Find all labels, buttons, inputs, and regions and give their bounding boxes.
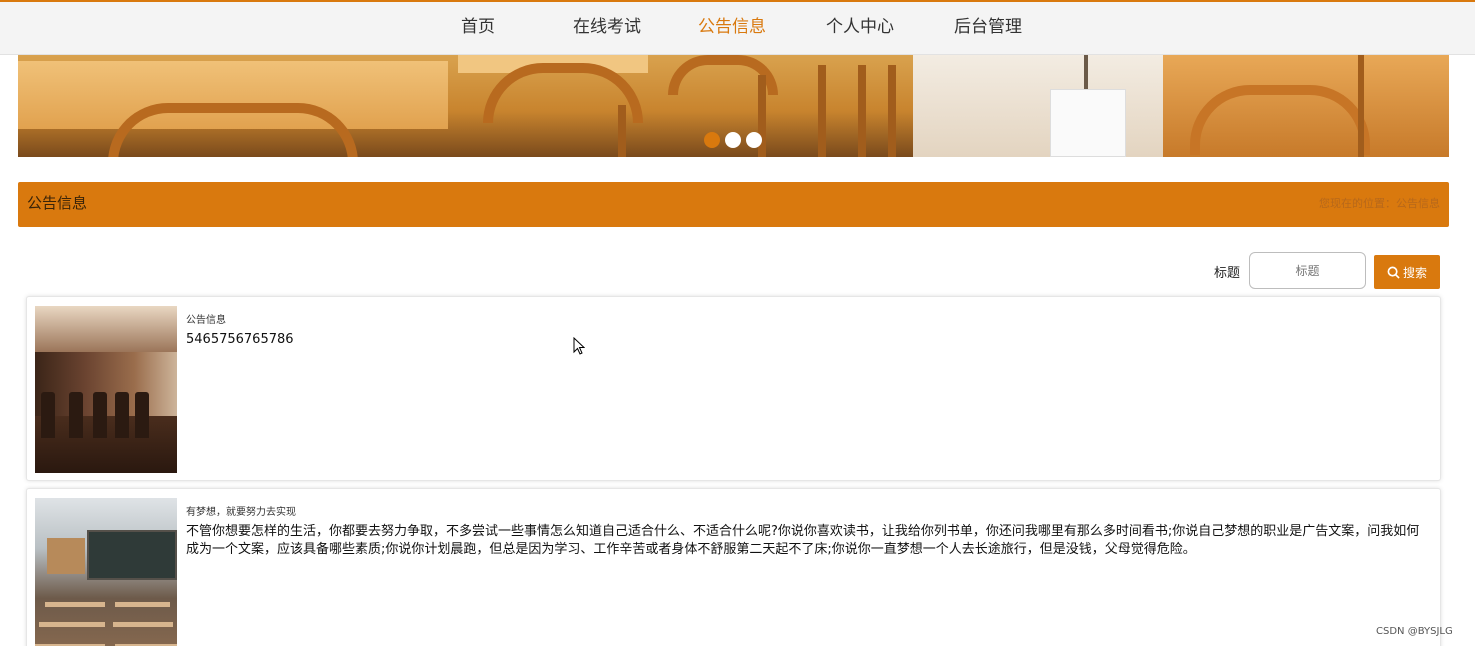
thumb-seat <box>93 392 107 438</box>
watermark: CSDN @BYSJLG <box>1376 626 1453 637</box>
banner-pot <box>1050 89 1126 157</box>
thumb-seat <box>41 392 55 438</box>
banner-chair-leg <box>818 65 826 157</box>
nav-admin[interactable]: 后台管理 <box>954 2 1022 55</box>
section-title: 公告信息 <box>27 194 88 212</box>
thumb-desk <box>115 602 170 607</box>
section-header: 公告信息 您现在的位置：公告信息 <box>18 182 1449 227</box>
notice-content: 不管你想要怎样的生活，你都要去努力争取，不多尝试一些事情怎么知道自己适合什么、不… <box>186 524 1420 557</box>
mouse-cursor-icon <box>573 337 585 355</box>
search-button[interactable]: 搜索 <box>1374 255 1440 289</box>
thumb-desk <box>113 622 173 627</box>
nav-home[interactable]: 首页 <box>461 2 495 55</box>
thumb-blackboard <box>87 530 177 580</box>
banner-chair-leg <box>888 65 896 157</box>
search-button-label: 搜索 <box>1402 265 1427 280</box>
notice-thumbnail[interactable] <box>35 306 177 473</box>
banner-chair <box>108 103 358 157</box>
breadcrumb: 您现在的位置：公告信息 <box>1319 197 1440 210</box>
search-label: 标题 <box>1214 266 1241 281</box>
banner-chair-leg <box>1358 55 1364 157</box>
thumb-desk <box>39 622 105 627</box>
thumb-desk <box>45 602 105 607</box>
carousel-dot-1[interactable] <box>704 132 720 148</box>
banner-plant <box>1084 55 1088 91</box>
notice-subtitle: 公告信息 <box>186 315 226 326</box>
notice-title[interactable]: 5465756765786 <box>186 331 1431 349</box>
banner-carousel <box>18 55 1449 157</box>
search-icon <box>1387 266 1400 279</box>
thumb-seat <box>135 392 149 438</box>
top-navbar: 首页 在线考试 公告信息 个人中心 后台管理 <box>0 0 1475 55</box>
thumb-light <box>35 306 177 352</box>
banner-chair-leg <box>858 65 866 157</box>
search-input[interactable] <box>1249 252 1366 289</box>
main-nav: 首页 在线考试 公告信息 个人中心 后台管理 <box>0 2 1475 55</box>
notice-subtitle: 有梦想，就要努力去实现 <box>186 507 296 518</box>
carousel-dots <box>704 132 767 148</box>
banner-chair <box>1190 85 1370 155</box>
thumb-seat <box>69 392 83 438</box>
thumb-seat <box>115 392 129 438</box>
notice-thumbnail[interactable] <box>35 498 177 646</box>
carousel-dot-2[interactable] <box>725 132 741 148</box>
notice-card[interactable]: 公告信息 5465756765786 <box>26 296 1441 481</box>
nav-notices[interactable]: 公告信息 <box>698 2 766 55</box>
carousel-dot-3[interactable] <box>746 132 762 148</box>
banner-chair-leg <box>618 105 626 157</box>
notice-card[interactable]: 有梦想，就要努力去实现 不管你想要怎样的生活，你都要去努力争取，不多尝试一些事情… <box>26 488 1441 646</box>
nav-online-exam[interactable]: 在线考试 <box>573 2 641 55</box>
nav-personal-center[interactable]: 个人中心 <box>826 2 894 55</box>
thumb-corkboard <box>47 538 85 574</box>
